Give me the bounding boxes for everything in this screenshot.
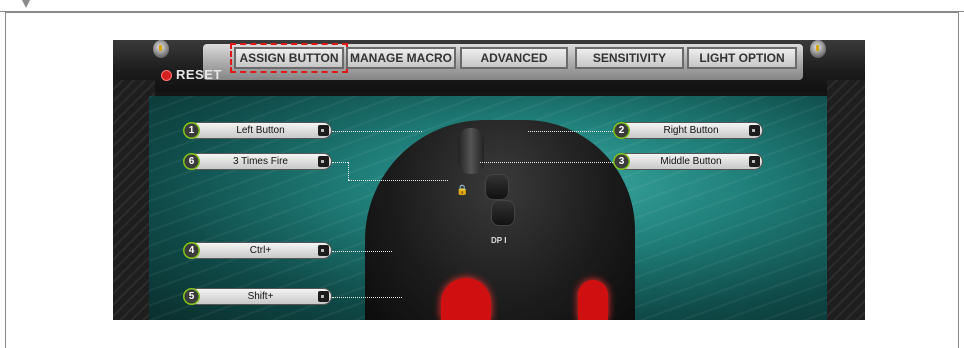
button-number-badge: 1 bbox=[183, 122, 200, 139]
leader-line-4 bbox=[332, 251, 392, 252]
dropdown-arrow-icon[interactable] bbox=[318, 291, 329, 302]
leader-line-5 bbox=[332, 297, 402, 298]
assign-dropdown-2[interactable]: 2 Right Button bbox=[613, 122, 763, 139]
red-light-right bbox=[578, 280, 608, 320]
reset-icon bbox=[161, 70, 172, 82]
red-light-left bbox=[441, 278, 491, 320]
assign-value: Ctrl+ bbox=[249, 245, 272, 256]
tab-sensitivity[interactable]: SENSITIVITY bbox=[575, 47, 684, 69]
tab-manage-macro[interactable]: MANAGE MACRO bbox=[346, 47, 456, 69]
dropdown-arrow-icon[interactable] bbox=[318, 245, 329, 256]
assign-value: 3 Times Fire bbox=[232, 156, 288, 167]
button-number-badge: 6 bbox=[183, 153, 200, 170]
button-number-badge: 5 bbox=[183, 288, 200, 305]
leader-line-1 bbox=[332, 131, 422, 132]
assign-dropdown-5[interactable]: 5 Shift+ bbox=[183, 288, 332, 305]
leader-line-2 bbox=[528, 131, 613, 132]
mouse-config-app: RESET ASSIGN BUTTON MANAGE MACRO ADVANCE… bbox=[113, 40, 865, 320]
button-number-badge: 4 bbox=[183, 242, 200, 259]
leader-line-6a bbox=[332, 162, 348, 163]
assign-value: Shift+ bbox=[247, 291, 274, 302]
dpi-up-button-image bbox=[485, 174, 509, 200]
assign-value: Middle Button bbox=[660, 156, 722, 167]
tab-advanced[interactable]: ADVANCED bbox=[460, 47, 568, 69]
leader-line-6b bbox=[348, 162, 349, 180]
leader-line-3 bbox=[480, 162, 613, 163]
reset-label: RESET bbox=[176, 67, 222, 82]
button-number-badge: 3 bbox=[613, 153, 630, 170]
dpi-down-button-image bbox=[491, 200, 515, 226]
tab-assign-button[interactable]: ASSIGN BUTTON bbox=[230, 43, 348, 73]
dropdown-arrow-icon[interactable] bbox=[749, 125, 760, 136]
dropdown-arrow-icon[interactable] bbox=[749, 156, 760, 167]
left-knob-icon bbox=[153, 40, 169, 58]
assign-dropdown-4[interactable]: 4 Ctrl+ bbox=[183, 242, 332, 259]
dropdown-arrow-icon[interactable] bbox=[318, 125, 329, 136]
assign-dropdown-1[interactable]: 1 Left Button bbox=[183, 122, 332, 139]
dpi-label: DP I bbox=[491, 236, 507, 245]
leader-line-6c bbox=[348, 180, 448, 181]
reset-button[interactable]: RESET bbox=[161, 67, 222, 82]
right-knob-icon bbox=[810, 40, 826, 58]
button-number-badge: 2 bbox=[613, 122, 630, 139]
assign-dropdown-3[interactable]: 3 Middle Button bbox=[613, 153, 763, 170]
lock-icon: 🔒 bbox=[456, 185, 469, 196]
scroll-wheel bbox=[458, 128, 484, 174]
dropdown-arrow-icon[interactable] bbox=[318, 156, 329, 167]
assign-dropdown-6[interactable]: 6 3 Times Fire bbox=[183, 153, 332, 170]
assign-value: Left Button bbox=[236, 125, 285, 136]
assign-value: Right Button bbox=[663, 125, 719, 136]
caret-down-icon bbox=[22, 0, 30, 8]
tab-light-option[interactable]: LIGHT OPTION bbox=[687, 47, 797, 69]
right-frame-ornament bbox=[827, 80, 865, 320]
